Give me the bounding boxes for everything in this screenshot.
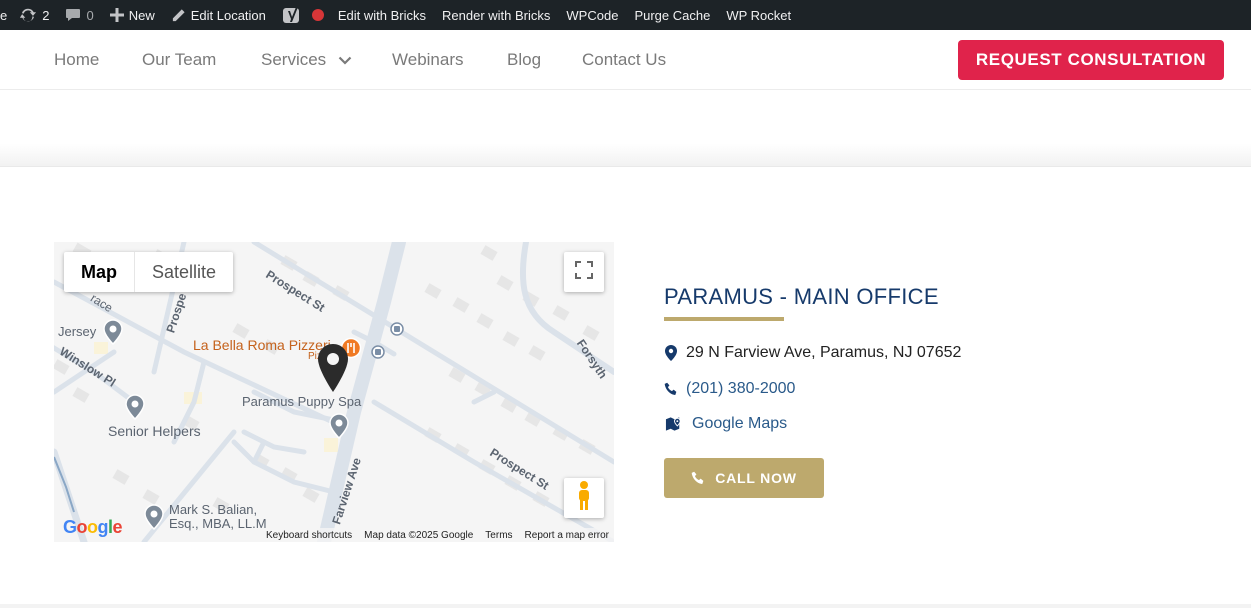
yoast-seo-menu[interactable] (274, 0, 310, 30)
satellite-view-button[interactable]: Satellite (135, 252, 233, 292)
location-marker-icon[interactable] (316, 342, 350, 399)
call-now-label: CALL NOW (715, 470, 797, 486)
purge-cache-label: Purge Cache (634, 7, 711, 23)
office-phone-link[interactable]: (201) 380-2000 (664, 380, 795, 398)
map-label-balian-line-2: Esq., MBA, LL.M (169, 516, 267, 531)
wp-admin-bar: e 2 0 New Edit Location Edit with Bricks (0, 0, 1251, 30)
map-type-control: Map Satellite (64, 252, 234, 292)
admin-bar-partial-label: e (0, 7, 8, 23)
admin-bar-partial-item[interactable]: e (0, 0, 11, 30)
location-pin-icon (664, 345, 678, 361)
wp-rocket-label: WP Rocket (726, 7, 792, 23)
terms-link[interactable]: Terms (485, 530, 512, 541)
nav-item-home-label: Home (54, 50, 100, 69)
map-view-button[interactable]: Map (64, 252, 135, 292)
wpcode-button[interactable]: WPCode (558, 0, 626, 30)
call-now-button[interactable]: CALL NOW (664, 458, 824, 498)
report-map-error-link[interactable]: Report a map error (525, 530, 609, 541)
fullscreen-icon (575, 260, 593, 284)
request-consultation-label: REQUEST CONSULTATION (975, 50, 1207, 69)
map-label-senior-helpers: Senior Helpers (108, 423, 201, 439)
seo-status-indicator[interactable] (310, 0, 330, 30)
refresh-icon (19, 6, 37, 24)
map-pin-icon[interactable] (103, 319, 123, 350)
comments-button[interactable]: 0 (57, 0, 101, 30)
nav-item-webinars-label: Webinars (392, 50, 464, 69)
map-label-balian-line-1: Mark S. Balian, (169, 502, 258, 517)
google-maps-link-text: Google Maps (692, 415, 788, 432)
wpcode-label: WPCode (566, 7, 619, 23)
nav-item-services[interactable]: Services (261, 30, 352, 90)
map-icon (664, 416, 684, 432)
request-consultation-button[interactable]: REQUEST CONSULTATION (958, 40, 1224, 80)
map-pin-icon[interactable] (125, 394, 145, 425)
office-phone-text: (201) 380-2000 (686, 380, 796, 397)
fullscreen-button[interactable] (564, 252, 604, 292)
google-map[interactable]: Jersey race Prospe Prospect St Winslow P… (54, 242, 614, 542)
nav-item-services-label: Services (261, 50, 327, 69)
map-pin-icon[interactable] (329, 413, 349, 444)
map-label-jersey: Jersey (58, 324, 97, 339)
comment-icon (65, 7, 81, 23)
seo-status-dot (311, 9, 324, 21)
edit-location-button[interactable]: Edit Location (163, 0, 274, 30)
office-title-underline (664, 317, 784, 321)
updates-button[interactable]: 2 (11, 0, 57, 30)
pencil-icon (171, 8, 186, 23)
updates-count: 2 (42, 7, 50, 23)
yoast-icon (282, 5, 302, 25)
render-with-bricks-label: Render with Bricks (442, 7, 551, 23)
office-title: PARAMUS - MAIN OFFICE (664, 284, 939, 309)
nav-item-home[interactable]: Home (54, 30, 99, 90)
new-label: New (128, 7, 155, 23)
phone-icon (664, 382, 678, 396)
google-logo: Google (63, 517, 123, 537)
section-divider (0, 166, 1251, 167)
map-data-attribution: Map data ©2025 Google (364, 529, 474, 541)
comments-count: 0 (86, 7, 94, 23)
google-maps-link[interactable]: Google Maps (664, 415, 787, 433)
keyboard-shortcuts-link[interactable]: Keyboard shortcuts (266, 530, 352, 541)
nav-item-our-team-label: Our Team (142, 50, 217, 69)
street-view-pegman-button[interactable] (564, 478, 604, 518)
nav-item-our-team[interactable]: Our Team (142, 30, 216, 90)
edit-with-bricks-label: Edit with Bricks (337, 7, 427, 23)
map-footer: Keyboard shortcuts Map data ©2025 Google… (260, 528, 614, 542)
main-navigation: Home Our Team Services Webinars Blog Con… (0, 30, 1251, 90)
new-content-button[interactable]: New (102, 0, 163, 30)
plus-icon (109, 8, 124, 22)
pegman-icon (574, 480, 594, 517)
chevron-down-icon[interactable] (338, 50, 352, 70)
render-with-bricks-button[interactable]: Render with Bricks (434, 0, 558, 30)
phone-icon (691, 471, 705, 485)
section-bottom-divider (0, 604, 1251, 608)
header-spacer-band (0, 90, 1251, 167)
nav-item-webinars[interactable]: Webinars (392, 30, 464, 90)
map-pin-icon[interactable] (144, 504, 164, 535)
office-address: 29 N Farview Ave, Paramus, NJ 07652 (664, 344, 961, 362)
edit-with-bricks-button[interactable]: Edit with Bricks (330, 0, 434, 30)
edit-location-label: Edit Location (190, 7, 266, 23)
nav-item-contact-us-label: Contact Us (582, 50, 667, 69)
purge-cache-button[interactable]: Purge Cache (626, 0, 718, 30)
wp-rocket-button[interactable]: WP Rocket (718, 0, 799, 30)
nav-item-contact-us[interactable]: Contact Us (582, 30, 666, 90)
nav-item-blog[interactable]: Blog (507, 30, 541, 90)
office-address-text: 29 N Farview Ave, Paramus, NJ 07652 (686, 344, 962, 361)
nav-item-blog-label: Blog (507, 50, 542, 69)
